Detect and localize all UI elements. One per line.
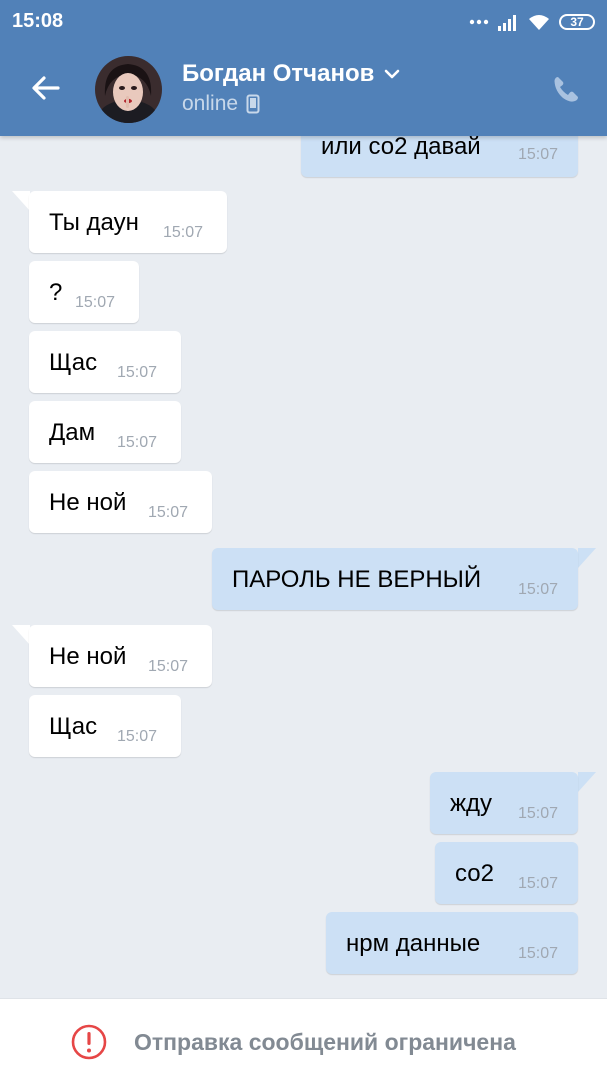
message-incoming[interactable]: Не ной 15:07	[29, 625, 212, 687]
status-icons: 37	[461, 10, 595, 34]
message-text: Дам	[49, 419, 96, 446]
message-text: Ты даун	[49, 209, 139, 236]
message-time: 15:07	[517, 146, 558, 163]
mobile-icon	[246, 94, 260, 114]
message-outgoing[interactable]: ПАРОЛЬ НЕ ВЕРНЫЙ 15:07	[212, 548, 578, 610]
phone-icon	[554, 77, 578, 102]
message-incoming[interactable]: ? 15:07	[29, 261, 139, 323]
wifi-icon	[529, 15, 549, 30]
chevron-down-icon	[385, 69, 400, 79]
message-time: 15:07	[117, 364, 158, 381]
message-text: Щас	[49, 349, 98, 376]
bubble-tail	[578, 772, 596, 792]
contact-status: online	[182, 92, 260, 116]
dots-icon	[469, 19, 489, 25]
message-text: жду	[450, 790, 493, 817]
status-time: 15:08	[12, 10, 64, 32]
message-time: 15:07	[517, 945, 558, 962]
contact-name: Богдан Отчанов	[182, 60, 375, 87]
message-incoming[interactable]: Ты даун 15:07	[29, 191, 227, 253]
message-time: 15:07	[117, 434, 158, 451]
arrow-left-icon	[32, 76, 60, 100]
contact-status-text: online	[182, 92, 239, 115]
message-time: 15:07	[517, 875, 558, 892]
message-list[interactable]: или со2 давай 15:07 Ты даун 15:07 ? 15:0…	[0, 136, 607, 998]
contact-name-button[interactable]: Богдан Отчанов	[182, 60, 400, 88]
signal-icon	[498, 15, 516, 31]
message-text: со2	[455, 860, 494, 887]
message-text: нрм данные	[346, 930, 481, 957]
restriction-notice: Отправка сообщений ограничена	[70, 1023, 516, 1061]
message-outgoing[interactable]: нрм данные 15:07	[326, 912, 578, 974]
message-time: 15:07	[75, 294, 116, 311]
message-text: Щас	[49, 713, 98, 740]
message-text: Не ной	[49, 643, 127, 670]
message-text: ?	[49, 279, 63, 306]
chat-header: 15:08 37 Богдан Отчанов online	[0, 0, 607, 136]
message-text: ПАРОЛЬ НЕ ВЕРНЫЙ	[232, 566, 482, 593]
message-time: 15:07	[517, 805, 558, 822]
alert-circle-icon	[71, 1024, 107, 1060]
message-incoming[interactable]: Щас 15:07	[29, 331, 181, 393]
message-text: Не ной	[49, 489, 127, 516]
message-text: или со2 давай	[321, 136, 481, 160]
call-button[interactable]	[551, 74, 581, 104]
message-time: 15:07	[517, 581, 558, 598]
message-time: 15:07	[163, 224, 204, 241]
battery-level: 37	[570, 15, 584, 29]
bubble-tail	[578, 548, 596, 568]
bubble-tail	[12, 191, 30, 211]
message-outgoing[interactable]: со2 15:07	[435, 842, 578, 904]
message-time: 15:07	[148, 658, 189, 675]
battery-icon: 37	[559, 14, 595, 30]
message-incoming[interactable]: Не ной 15:07	[29, 471, 212, 533]
message-outgoing[interactable]: жду 15:07	[430, 772, 578, 834]
bubble-tail	[12, 625, 30, 645]
message-time: 15:07	[117, 728, 158, 745]
avatar-image	[95, 56, 162, 123]
message-incoming[interactable]: Дам 15:07	[29, 401, 181, 463]
message-incoming[interactable]: Щас 15:07	[29, 695, 181, 757]
back-button[interactable]	[28, 70, 64, 106]
avatar[interactable]	[95, 56, 162, 123]
message-outgoing[interactable]: или со2 давай 15:07	[301, 136, 578, 177]
messaging-restricted-bar: Отправка сообщений ограничена	[0, 998, 607, 1081]
restriction-text: Отправка сообщений ограничена	[134, 1028, 516, 1055]
message-time: 15:07	[148, 504, 189, 521]
status-bar: 15:08 37	[0, 0, 607, 44]
